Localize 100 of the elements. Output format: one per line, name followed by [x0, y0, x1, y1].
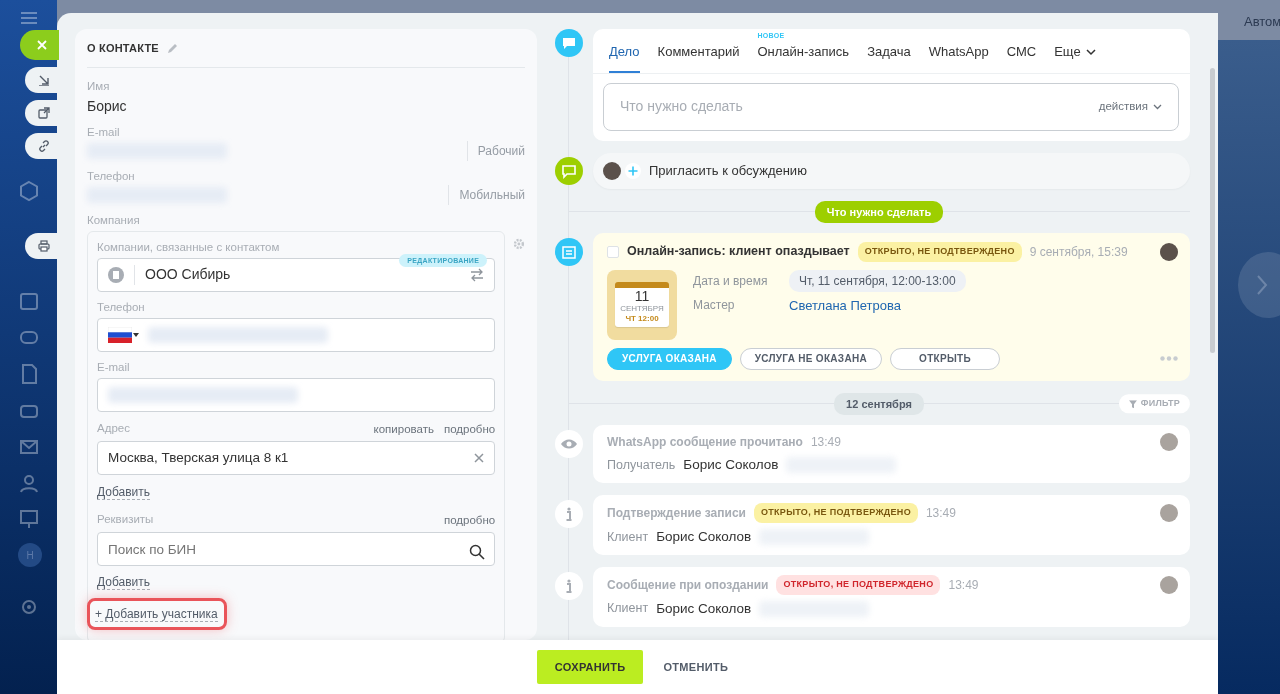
flag-icon	[108, 326, 132, 343]
phone-field[interactable]	[97, 317, 496, 352]
avatar	[1160, 242, 1178, 261]
search-icon[interactable]	[469, 544, 486, 560]
presentation-icon[interactable]	[18, 508, 40, 530]
add-link[interactable]: Добавить	[97, 575, 151, 590]
tab[interactable]: Еще	[1054, 42, 1096, 73]
field-label: Адрес	[97, 421, 130, 437]
tab[interactable]: Дело	[609, 42, 640, 73]
status-badge: ОТКРЫТО, НЕ ПОДТВЕРЖДЕНО	[753, 503, 918, 523]
more-icon[interactable]	[1160, 356, 1178, 361]
type-label: Мобильный	[448, 184, 525, 205]
field-label: E-mail	[87, 124, 121, 140]
people-icon[interactable]	[18, 473, 40, 495]
avatar	[1160, 504, 1178, 522]
chevron-down-icon	[1153, 103, 1162, 110]
history-title: WhatsApp сообщение прочитано	[607, 434, 803, 451]
field-label: Компании, связанные с контактом	[97, 239, 281, 255]
side-tab[interactable]	[25, 67, 59, 93]
add-link[interactable]: Добавить	[97, 485, 151, 500]
calendar-time: ЧТ 12:00	[624, 314, 660, 324]
checkbox[interactable]	[607, 245, 619, 258]
todo-field[interactable]: Что нужно сделать действия	[603, 82, 1179, 131]
history-time: 13:49	[810, 434, 841, 451]
actions-dropdown[interactable]: действия	[1098, 97, 1162, 116]
section-title: О КОНТАКТЕ	[87, 41, 159, 56]
close-icon	[36, 40, 47, 50]
history-time: 13:49	[925, 505, 956, 522]
person-name: Борис Соколов	[656, 599, 752, 618]
detail-label: Мастер	[693, 297, 736, 315]
company-name: ООО Сибирь	[145, 265, 232, 284]
plus-icon[interactable]	[625, 162, 641, 179]
external-link-icon	[38, 107, 50, 119]
field-label: Имя	[87, 78, 111, 94]
close-button[interactable]	[20, 30, 59, 60]
side-tab[interactable]	[25, 100, 59, 126]
address-action-link[interactable]: подробно	[443, 422, 496, 435]
save-button[interactable]: СОХРАНИТЬ	[536, 650, 644, 684]
field-label: Клиент	[607, 528, 649, 546]
requisites-action-link[interactable]: подробно	[443, 513, 496, 526]
history-title: Сообщение при опоздании	[607, 576, 769, 594]
tab[interactable]: Задача	[867, 42, 911, 73]
avatar	[1160, 433, 1178, 451]
eye-icon	[555, 430, 583, 458]
history-time: 13:49	[948, 576, 979, 594]
tab[interactable]: Онлайн-запись	[757, 42, 850, 73]
invite-bar[interactable]: Пригласить к обсуждению	[593, 152, 1190, 189]
tab[interactable]: СМС	[1006, 42, 1037, 73]
field-label: Телефон	[87, 168, 136, 184]
field-label: Получатель	[607, 456, 676, 474]
clear-icon[interactable]	[474, 453, 485, 463]
field-label: Телефон	[97, 299, 146, 315]
chevron-right-icon	[1256, 274, 1268, 296]
cancel-button[interactable]: ОТМЕНИТЬ	[653, 658, 739, 676]
tab[interactable]: Комментарий	[657, 42, 740, 73]
avatar	[603, 161, 621, 180]
printer-icon	[38, 240, 50, 252]
date-label: 12 сентября	[834, 392, 924, 415]
type-label: Рабочий	[466, 140, 525, 161]
next-button[interactable]	[1238, 252, 1280, 318]
swap-icon[interactable]	[470, 267, 485, 282]
link-icon	[38, 140, 50, 152]
section-label: Что нужно сделать	[814, 200, 944, 223]
arrow-icon	[38, 74, 50, 86]
action-button[interactable]: УСЛУГА НЕ ОКАЗАНА	[739, 347, 882, 370]
field-label: E-mail	[97, 359, 131, 375]
person-name: Борис Соколов	[656, 527, 752, 546]
side-tab[interactable]	[25, 133, 59, 159]
field-label: Реквизиты	[97, 512, 154, 528]
todo-placeholder: Что нужно сделать	[620, 97, 743, 116]
caret-icon	[132, 331, 140, 338]
side-tab[interactable]	[25, 233, 59, 259]
calendar-month: СЕНТЯБРЯ	[619, 304, 665, 314]
scrollbar[interactable]	[1210, 68, 1215, 353]
detail-value: Чт, 11 сентября, 12:00-13:00	[789, 269, 966, 292]
status-badge: ОТКРЫТО, НЕ ПОДТВЕРЖДЕНО	[857, 242, 1022, 262]
page-header-text: Автом	[1244, 13, 1280, 31]
address-field[interactable]: Москва, Тверская улица 8 к1	[97, 441, 496, 475]
detail-link[interactable]: Светлана Петрова	[789, 295, 901, 315]
chat-icon	[555, 156, 583, 185]
history-title: Подтверждение записи	[607, 505, 746, 522]
address-value: Москва, Тверская улица 8 к1	[108, 448, 290, 467]
add-participant-link[interactable]: + Добавить участника	[95, 606, 218, 622]
address-action-link[interactable]: копировать	[373, 422, 434, 435]
tab[interactable]: WhatsApp	[928, 42, 989, 73]
detail-label: Дата и время	[693, 272, 769, 290]
status-badge: ОТКРЫТО, НЕ ПОДТВЕРЖДЕНО	[776, 575, 941, 595]
search-field[interactable]: Поиск по БИН	[97, 532, 496, 566]
activity-title: Онлайн-запись: клиент опаздывает	[627, 243, 850, 261]
email-field[interactable]	[97, 377, 496, 412]
chat-icon	[555, 29, 583, 57]
action-button[interactable]: ОТКРЫТЬ	[890, 347, 1000, 370]
hexagon-icon[interactable]	[18, 180, 40, 202]
settings-icon[interactable]	[513, 237, 525, 250]
calendar-list-icon	[555, 238, 583, 266]
calendar-day: 11	[615, 289, 669, 304]
pencil-icon[interactable]	[166, 42, 178, 54]
info-icon	[555, 572, 583, 600]
field-label: Клиент	[607, 600, 649, 618]
filter-icon	[1128, 399, 1137, 408]
